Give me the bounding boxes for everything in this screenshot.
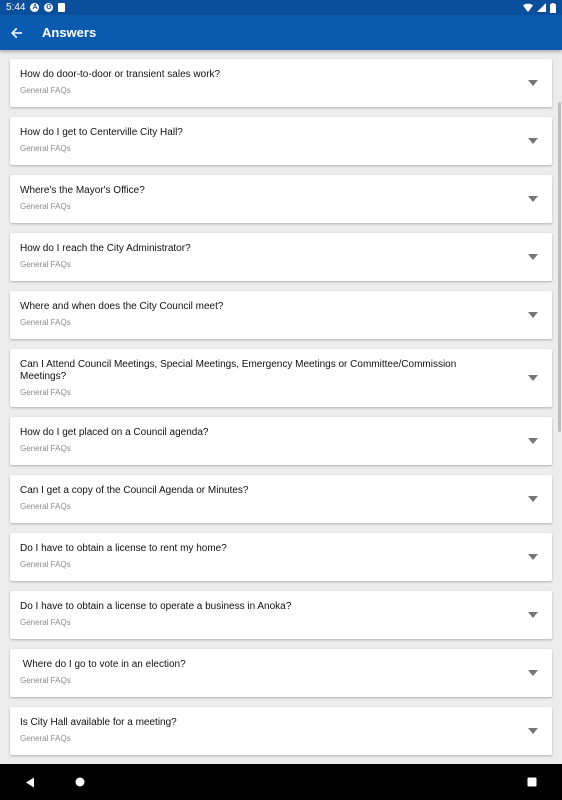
back-button[interactable] [0, 15, 34, 50]
chevron-down-icon[interactable] [528, 496, 538, 502]
faq-list: How do door-to-door or transient sales w… [10, 59, 552, 764]
app-bar: Answers [0, 15, 562, 50]
chevron-down-icon[interactable] [528, 254, 538, 260]
chevron-down-icon[interactable] [528, 554, 538, 560]
scrollbar-thumb[interactable] [558, 102, 561, 432]
status-bar: 5:44 A G [0, 0, 562, 15]
nav-home-button[interactable] [60, 764, 100, 800]
app-notification-icon-2: G [44, 3, 54, 12]
faq-question: Do I have to obtain a license to rent my… [20, 543, 227, 554]
battery-icon [550, 2, 556, 13]
faq-question: Can I get a copy of the Council Agenda o… [20, 485, 249, 496]
wifi-icon [523, 3, 533, 12]
sd-card-icon [58, 3, 66, 12]
faq-category: General FAQs [20, 560, 71, 569]
faq-question: How do I reach the City Administrator? [20, 243, 191, 254]
faq-item[interactable]: Where and when does the City Council mee… [10, 291, 552, 339]
faq-item[interactable]: How do I get to Centerville City Hall? Ge… [10, 117, 552, 165]
chevron-down-icon[interactable] [528, 375, 538, 381]
faq-category: General FAQs [20, 144, 71, 153]
arrow-back-icon [11, 27, 22, 38]
system-nav-bar [0, 764, 562, 800]
faq-question: Where's the Mayor's Office? [20, 185, 145, 196]
chevron-down-icon[interactable] [528, 196, 538, 202]
faq-category: General FAQs [20, 86, 71, 95]
faq-category: General FAQs [20, 388, 71, 397]
home-circle-icon [75, 777, 85, 787]
faq-question: How do I get placed on a Council agenda? [20, 427, 209, 438]
faq-category: General FAQs [20, 260, 71, 269]
chevron-down-icon[interactable] [528, 138, 538, 144]
page-title: Answers [42, 25, 97, 40]
status-right [523, 2, 556, 13]
faq-item[interactable]: Can I Attend Council Meetings, Special M… [10, 349, 552, 407]
status-left: 5:44 A G [6, 2, 66, 13]
chevron-down-icon[interactable] [528, 438, 538, 444]
recents-square-icon [527, 777, 537, 787]
signal-icon [537, 3, 546, 12]
faq-question: How do I get to Centerville City Hall? [20, 127, 183, 138]
chevron-down-icon[interactable] [528, 80, 538, 86]
faq-category: General FAQs [20, 318, 71, 327]
nav-back-button[interactable] [10, 764, 50, 800]
faq-question: Where and when does the City Council mee… [20, 301, 224, 312]
faq-question: Is City Hall available for a meeting? [20, 717, 177, 728]
faq-question: Where do I go to vote in an election? [20, 659, 186, 670]
nav-recents-button[interactable] [512, 764, 552, 800]
faq-question: Can I Attend Council Meetings, Special M… [20, 359, 457, 382]
faq-category: General FAQs [20, 676, 71, 685]
faq-category: General FAQs [20, 502, 71, 511]
chevron-down-icon[interactable] [528, 612, 538, 618]
chevron-down-icon[interactable] [528, 312, 538, 318]
faq-category: General FAQs [20, 734, 71, 743]
faq-list-container[interactable]: How do door-to-door or transient sales w… [0, 50, 562, 764]
faq-item[interactable]: Is City Hall available for a meeting? Gen… [10, 707, 552, 755]
back-triangle-icon [26, 777, 34, 787]
chevron-down-icon[interactable] [528, 728, 538, 734]
faq-item[interactable]: Do I have to obtain a license to rent my… [10, 533, 552, 581]
faq-item[interactable]: Can I get a copy of the Council Agenda o… [10, 475, 552, 523]
faq-category: General FAQs [20, 202, 71, 211]
status-time: 5:44 [6, 2, 26, 13]
faq-item[interactable]: How do I reach the City Administrator? Ge… [10, 233, 552, 281]
app-notification-icon: A [30, 3, 40, 12]
faq-item[interactable]: How do door-to-door or transient sales w… [10, 59, 552, 107]
faq-item[interactable]: Do I have to obtain a license to operate… [10, 591, 552, 639]
faq-item[interactable]: How do I get placed on a Council agenda?… [10, 417, 552, 465]
faq-item[interactable]: Where do I go to vote in an election? Gen… [10, 649, 552, 697]
faq-category: General FAQs [20, 444, 71, 453]
faq-question: How do door-to-door or transient sales w… [20, 69, 221, 80]
faq-question: Do I have to obtain a license to operate… [20, 601, 292, 612]
faq-item[interactable]: Where's the Mayor's Office? General FAQs [10, 175, 552, 223]
chevron-down-icon[interactable] [528, 670, 538, 676]
faq-category: General FAQs [20, 618, 71, 627]
